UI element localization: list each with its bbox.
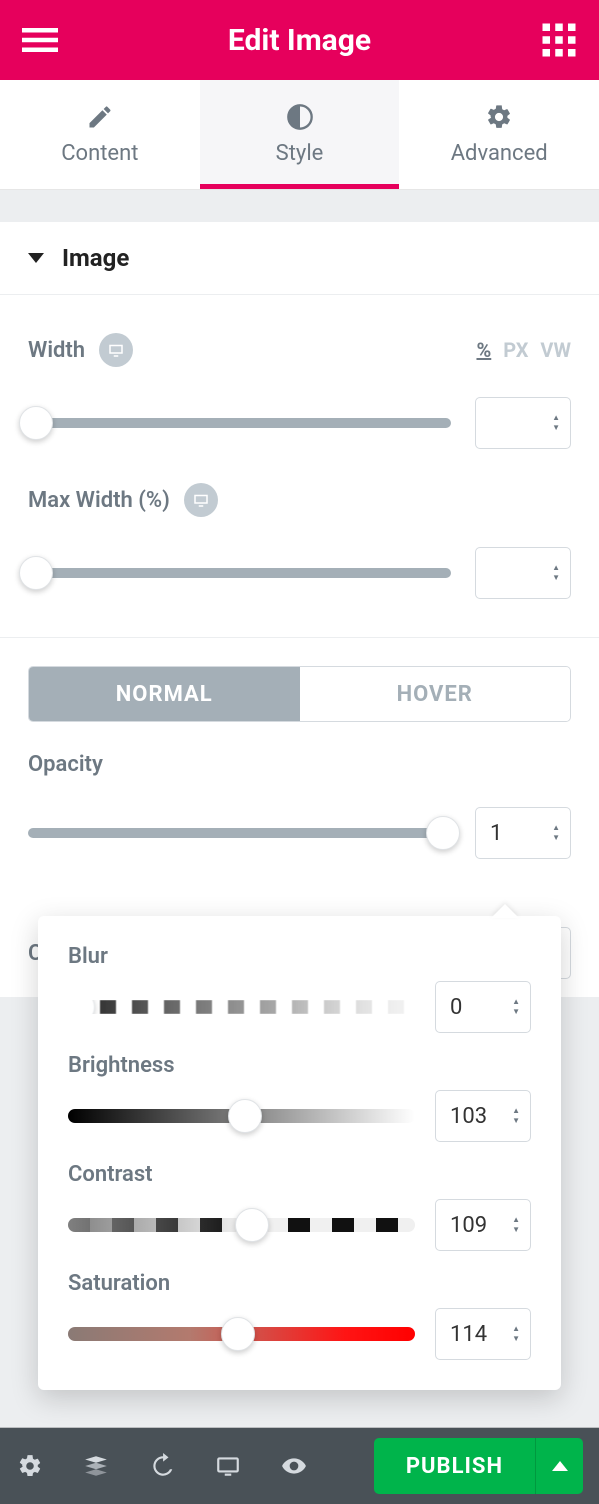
publish-button[interactable]: PUBLISH xyxy=(374,1438,535,1494)
width-step-up[interactable]: ▲ xyxy=(552,414,560,422)
blur-step-down[interactable]: ▼ xyxy=(512,1008,520,1016)
caret-down-icon xyxy=(28,253,44,263)
brightness-step-up[interactable]: ▲ xyxy=(512,1107,520,1115)
publish-dropdown-button[interactable] xyxy=(535,1438,583,1494)
contrast-input[interactable]: 109 ▲ ▼ xyxy=(435,1199,531,1251)
saturation-slider[interactable] xyxy=(68,1327,415,1341)
saturation-input[interactable]: 114 ▲ ▼ xyxy=(435,1308,531,1360)
unit-px[interactable]: PX xyxy=(503,338,528,362)
half-circle-icon xyxy=(286,103,314,131)
tab-advanced[interactable]: Advanced xyxy=(399,80,599,189)
hamburger-menu-icon[interactable] xyxy=(22,22,58,58)
tab-content-label: Content xyxy=(61,141,138,166)
history-icon[interactable] xyxy=(148,1452,176,1480)
brightness-input[interactable]: 103 ▲ ▼ xyxy=(435,1090,531,1142)
apps-grid-icon[interactable] xyxy=(541,22,577,58)
opacity-label: Opacity xyxy=(28,752,103,777)
opacity-input[interactable]: 1 ▲ ▼ xyxy=(475,807,571,859)
unit-switcher: % PX VW xyxy=(476,338,571,362)
state-hover-button[interactable]: HOVER xyxy=(300,667,571,721)
section-image-title: Image xyxy=(62,244,129,272)
opacity-value: 1 xyxy=(490,821,502,846)
pencil-icon xyxy=(86,103,114,131)
width-step-down[interactable]: ▼ xyxy=(552,424,560,432)
unit-vw[interactable]: VW xyxy=(540,338,571,362)
panel-header: Edit Image xyxy=(0,0,599,80)
responsive-mode-icon[interactable] xyxy=(214,1452,242,1480)
max-width-label-row: Max Width (%) xyxy=(28,483,218,517)
unit-percent[interactable]: % xyxy=(476,338,491,362)
section-image-toggle[interactable]: Image xyxy=(0,222,599,295)
blur-value: 0 xyxy=(450,995,462,1020)
tab-style[interactable]: Style xyxy=(200,80,400,189)
tab-advanced-label: Advanced xyxy=(451,141,548,166)
tab-style-label: Style xyxy=(276,141,324,166)
settings-icon[interactable] xyxy=(16,1452,44,1480)
css-filters-popover: Blur 0 ▲ ▼ Brightness 103 ▲ ▼ Contrast xyxy=(38,916,561,1390)
state-section: NORMAL HOVER Opacity 1 ▲ ▼ xyxy=(0,638,599,899)
caret-up-icon xyxy=(552,1461,568,1471)
panel-title: Edit Image xyxy=(228,23,371,58)
saturation-step-down[interactable]: ▼ xyxy=(512,1335,520,1343)
tab-content[interactable]: Content xyxy=(0,80,200,189)
max-width-step-up[interactable]: ▲ xyxy=(552,564,560,572)
brightness-slider-thumb[interactable] xyxy=(228,1099,262,1133)
saturation-slider-thumb[interactable] xyxy=(221,1317,255,1351)
preview-icon[interactable] xyxy=(280,1452,308,1480)
state-toggle: NORMAL HOVER xyxy=(28,666,571,722)
width-slider-thumb[interactable] xyxy=(19,406,53,440)
max-width-label: Max Width (%) xyxy=(28,488,170,513)
tabs-row: Content Style Advanced xyxy=(0,80,599,190)
opacity-slider-thumb[interactable] xyxy=(426,816,460,850)
spacer xyxy=(0,190,599,222)
max-width-slider[interactable] xyxy=(28,568,451,578)
opacity-step-down[interactable]: ▼ xyxy=(552,834,560,842)
saturation-value: 114 xyxy=(450,1322,487,1347)
brightness-value: 103 xyxy=(450,1104,487,1129)
contrast-slider[interactable] xyxy=(68,1218,415,1232)
width-label-row: Width xyxy=(28,333,133,367)
width-label: Width xyxy=(28,338,85,363)
width-slider[interactable] xyxy=(28,418,451,428)
blur-slider[interactable] xyxy=(68,1000,415,1014)
gear-icon xyxy=(485,103,513,131)
blur-label: Blur xyxy=(68,944,531,969)
opacity-step-up[interactable]: ▲ xyxy=(552,824,560,832)
opacity-slider[interactable] xyxy=(28,828,451,838)
max-width-step-down[interactable]: ▼ xyxy=(552,574,560,582)
width-input[interactable]: ▲▼ xyxy=(475,397,571,449)
brightness-slider[interactable] xyxy=(68,1109,415,1123)
footer-bar: PUBLISH xyxy=(0,1428,599,1504)
state-normal-button[interactable]: NORMAL xyxy=(29,667,300,721)
navigator-icon[interactable] xyxy=(82,1452,110,1480)
saturation-label: Saturation xyxy=(68,1271,531,1296)
max-width-slider-thumb[interactable] xyxy=(19,556,53,590)
blur-step-up[interactable]: ▲ xyxy=(512,998,520,1006)
contrast-value: 109 xyxy=(450,1213,487,1238)
brightness-step-down[interactable]: ▼ xyxy=(512,1117,520,1125)
blur-slider-thumb[interactable] xyxy=(61,990,95,1024)
contrast-label: Contrast xyxy=(68,1162,531,1187)
saturation-step-up[interactable]: ▲ xyxy=(512,1325,520,1333)
width-control: Width % PX VW ▲▼ Max Width (%) xyxy=(0,295,599,617)
contrast-slider-thumb[interactable] xyxy=(235,1208,269,1242)
responsive-toggle-icon[interactable] xyxy=(99,333,133,367)
contrast-step-down[interactable]: ▼ xyxy=(512,1226,520,1234)
max-width-input[interactable]: ▲▼ xyxy=(475,547,571,599)
contrast-step-up[interactable]: ▲ xyxy=(512,1216,520,1224)
brightness-label: Brightness xyxy=(68,1053,531,1078)
responsive-toggle-icon[interactable] xyxy=(184,483,218,517)
blur-input[interactable]: 0 ▲ ▼ xyxy=(435,981,531,1033)
